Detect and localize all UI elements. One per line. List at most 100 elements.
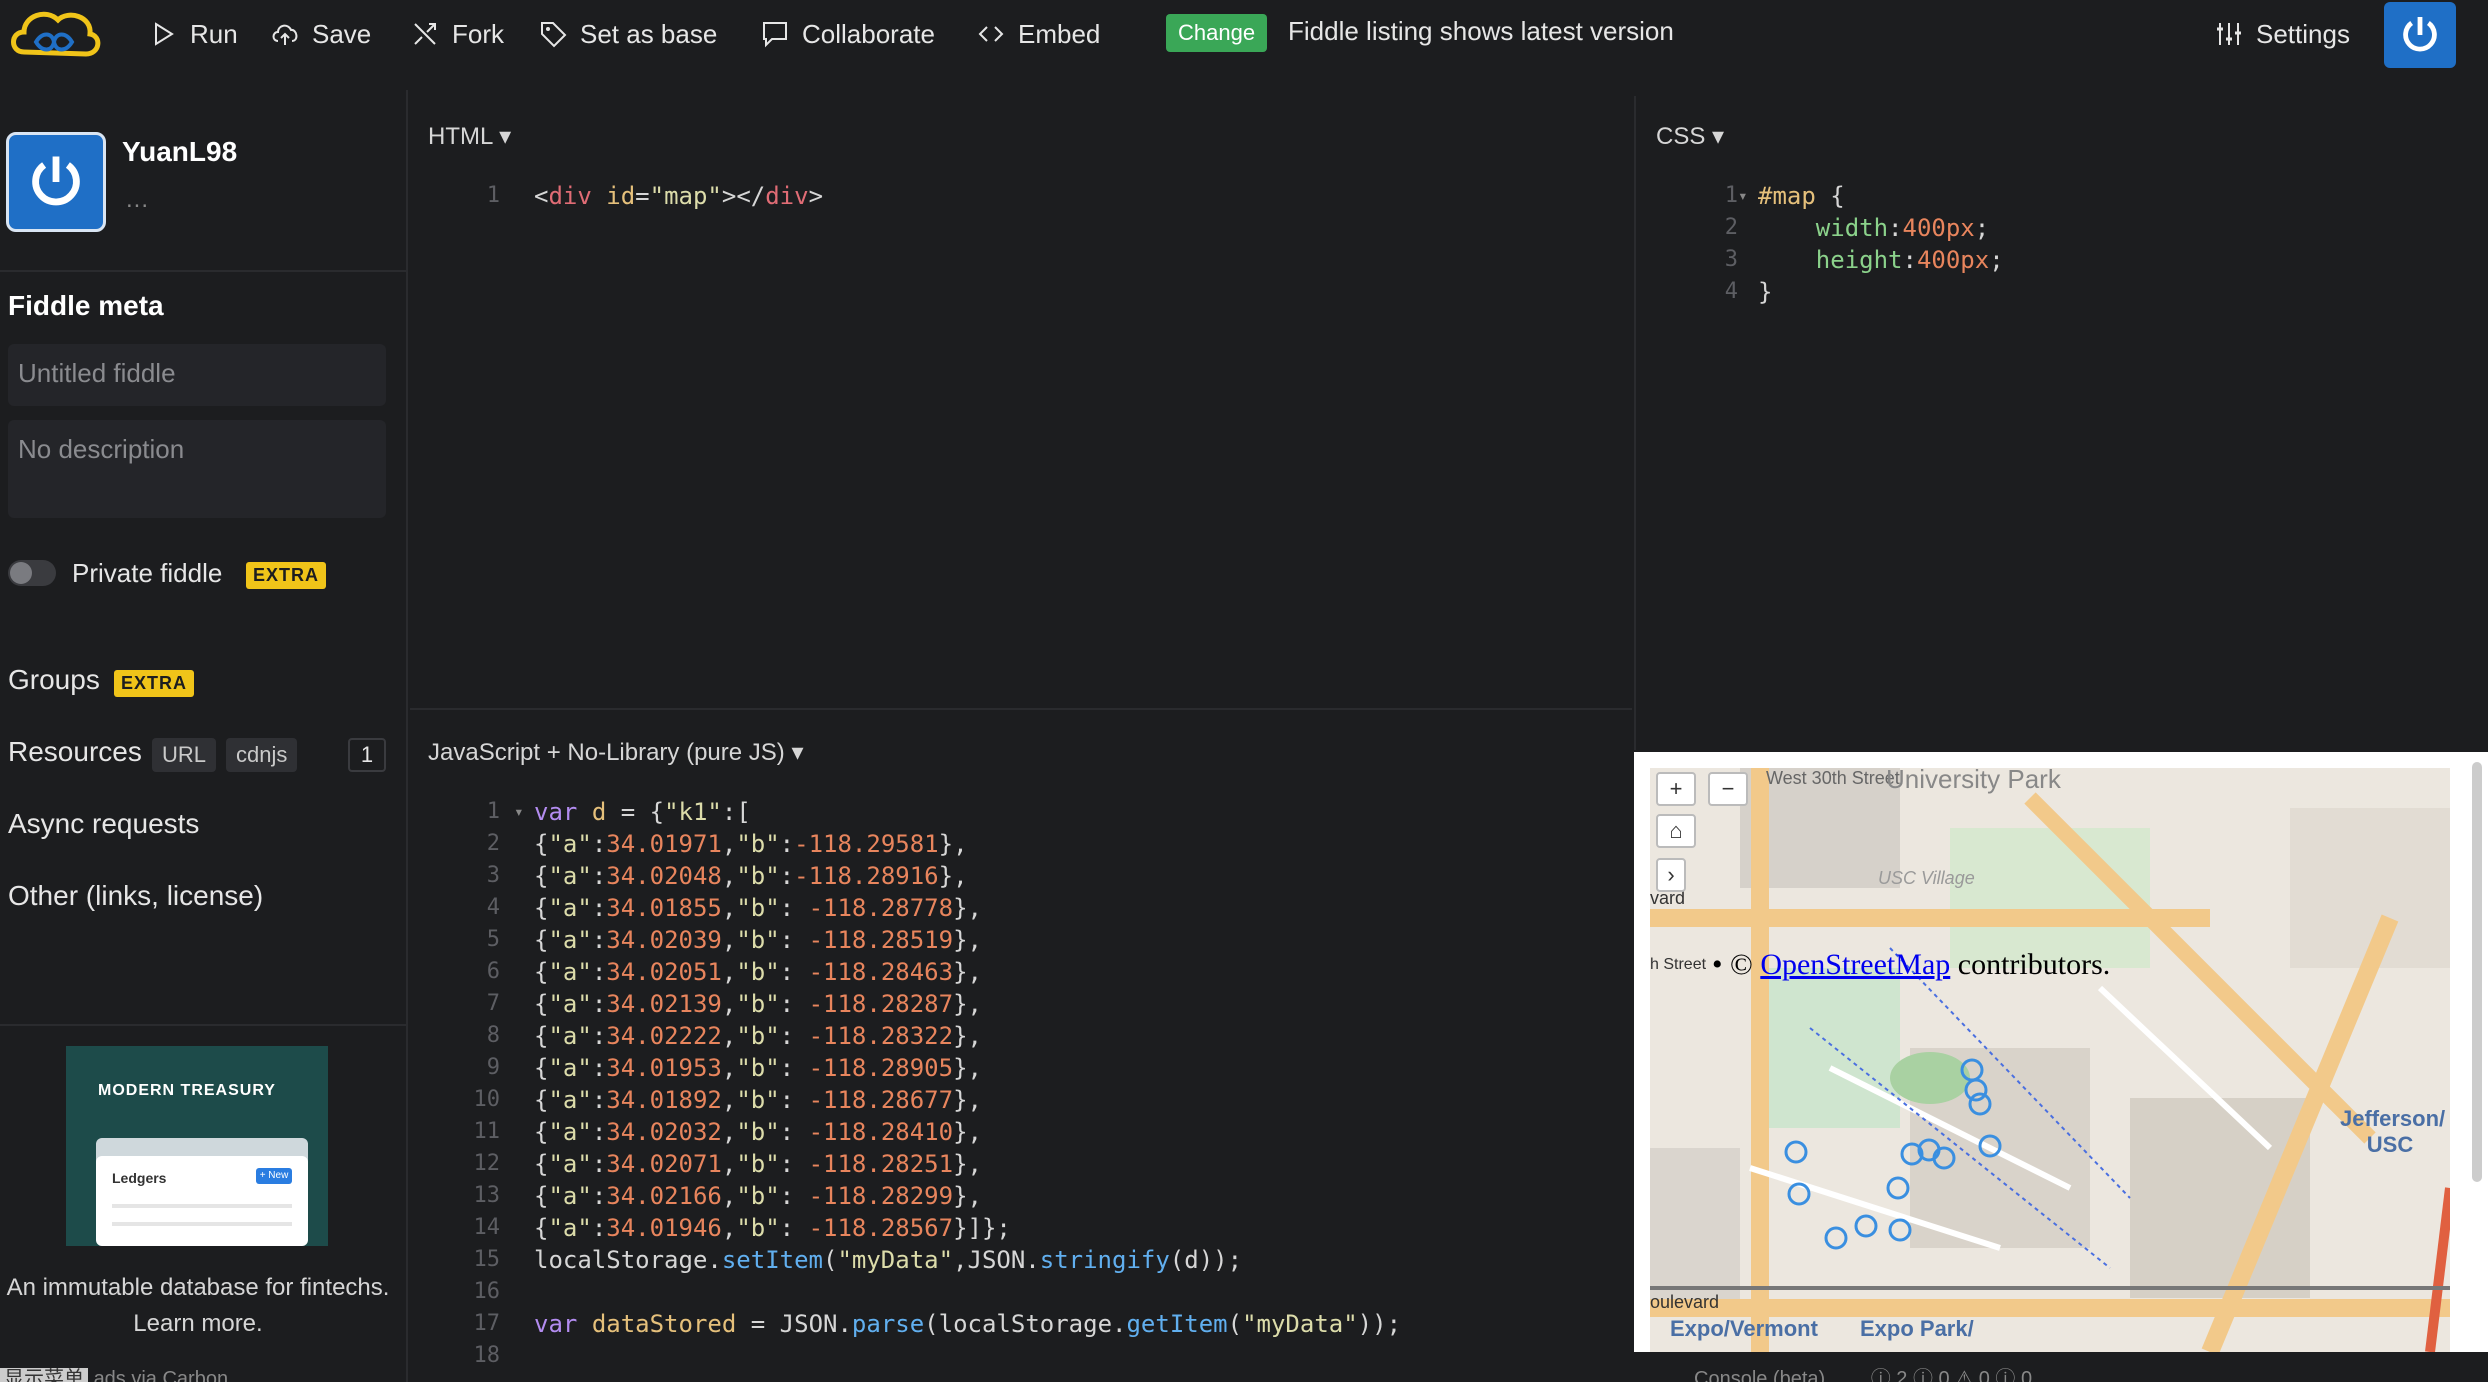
- fork-label: Fork: [452, 18, 504, 49]
- leaflet-map[interactable]: West 30th Street University Park USC Vil…: [1650, 768, 2450, 1352]
- js-data-row: {"a":34.02048,"b":-118.28916},: [534, 862, 968, 890]
- run-button[interactable]: Run: [148, 12, 238, 56]
- set-as-base-button[interactable]: Set as base: [538, 12, 717, 56]
- map-label: University Park: [1886, 768, 2061, 794]
- ad-brand: MODERN TREASURY: [98, 1082, 276, 1099]
- embed-label: Embed: [1018, 18, 1101, 49]
- async-requests-section[interactable]: Async requests: [8, 808, 199, 840]
- js-data-row: {"a":34.01953,"b": -118.28905},: [534, 1054, 982, 1082]
- line-number: 13: [473, 1183, 501, 1208]
- sliders-icon: [2217, 23, 2241, 45]
- ad-menu-tag[interactable]: 显示菜单: [0, 1368, 88, 1382]
- collaborate-button[interactable]: Collaborate: [760, 12, 935, 56]
- map-label: USC Village: [1878, 868, 1975, 888]
- fold-arrow-icon[interactable]: ▾: [514, 796, 524, 828]
- line-number: 16: [473, 1279, 501, 1304]
- user-more-menu[interactable]: ...: [126, 186, 149, 214]
- url-chip[interactable]: URL: [152, 738, 217, 772]
- play-icon: [155, 22, 174, 46]
- ad-image[interactable]: MODERN TREASURY Ledgers + New: [66, 1046, 328, 1246]
- line-number: 2: [486, 831, 500, 856]
- ad-card: Ledgers + New: [96, 1156, 308, 1246]
- js-data-row: {"a":34.01946,"b": -118.28567}]};: [534, 1214, 1011, 1242]
- line-number: 5: [486, 927, 500, 952]
- map-label: oulevard: [1650, 1292, 1720, 1312]
- tag-icon: [541, 22, 567, 48]
- line-number: 14: [473, 1215, 501, 1240]
- zoom-in-button[interactable]: +: [1656, 772, 1696, 806]
- listing-status-text: Fiddle listing shows latest version: [1288, 16, 1674, 46]
- line-number: 12: [473, 1151, 501, 1176]
- fiddle-title-input[interactable]: Untitled fiddle: [8, 344, 386, 406]
- fork-icon: [414, 23, 436, 45]
- code-icon: [978, 26, 1004, 42]
- css-editor-panel[interactable]: CSS ▾ 1 2 3 4 ▾ #map { width:400px; heig…: [1634, 96, 2488, 750]
- other-links-section[interactable]: Other (links, license): [8, 880, 263, 912]
- html-editor-panel[interactable]: HTML ▾ 1 <div id="map"></div>: [410, 96, 1632, 710]
- line-number: 10: [473, 1087, 501, 1112]
- js-data-row: {"a":34.02139,"b": -118.28287},: [534, 990, 982, 1018]
- js-editor-panel[interactable]: JavaScript + No-Library (pure JS) ▾ 1234…: [410, 712, 1632, 1382]
- ad-card-title: Ledgers: [112, 1170, 167, 1186]
- console-counts: ⓘ 2 ⓘ 0 ⚠ 0 ⓘ 0: [1870, 1368, 2033, 1382]
- user-avatar-button[interactable]: [2384, 2, 2456, 68]
- line-number: 9: [486, 1055, 500, 1080]
- line-number: 2: [1724, 215, 1738, 240]
- js-data-row: {"a":34.02039,"b": -118.28519},: [534, 926, 982, 954]
- extra-badge: EXTRA: [246, 562, 327, 589]
- line-number: 17: [473, 1311, 501, 1336]
- line-number: 7: [486, 991, 500, 1016]
- js-data-row: {"a":34.02166,"b": -118.28299},: [534, 1182, 982, 1210]
- private-fiddle-label: Private fiddle: [72, 558, 223, 588]
- settings-button[interactable]: Settings: [2214, 12, 2350, 56]
- home-button[interactable]: ⌂: [1656, 814, 1696, 848]
- ad-card-button: + New: [256, 1168, 292, 1184]
- ad-footer-text[interactable]: ads via Carbon: [94, 1368, 229, 1382]
- username[interactable]: YuanL98: [122, 136, 237, 168]
- embed-button[interactable]: Embed: [976, 12, 1100, 56]
- js-data-row: {"a":34.01971,"b":-118.29581},: [534, 830, 968, 858]
- html-panel-label[interactable]: HTML ▾: [428, 122, 511, 151]
- private-fiddle-toggle[interactable]: [8, 560, 56, 586]
- map-label: Jefferson/ USC: [2340, 1106, 2446, 1157]
- css-code[interactable]: #map { width:400px; height:400px; }: [1758, 180, 2004, 308]
- resources-section[interactable]: Resources: [8, 736, 142, 768]
- jsfiddle-logo-icon[interactable]: [6, 2, 102, 66]
- line-number: 8: [486, 1023, 500, 1048]
- profile-avatar[interactable]: [6, 132, 106, 232]
- cdnjs-chip[interactable]: cdnjs: [226, 738, 298, 772]
- js-code[interactable]: var d = {"k1":[ {"a":34.01971,"b":-118.2…: [534, 796, 1401, 1340]
- expand-toggle-button[interactable]: ›: [1656, 858, 1686, 892]
- result-scrollbar[interactable]: [2472, 762, 2482, 1182]
- js-panel-label[interactable]: JavaScript + No-Library (pure JS) ▾: [428, 738, 804, 767]
- openstreetmap-link[interactable]: OpenStreetMap: [1760, 948, 1950, 981]
- console-label[interactable]: Console (beta): [1694, 1368, 1825, 1382]
- save-label: Save: [312, 18, 372, 49]
- zoom-out-button[interactable]: −: [1708, 772, 1748, 806]
- map-label: West 30th Street: [1766, 768, 1900, 788]
- ad-text[interactable]: An immutable database for fintechs. Lear…: [0, 1270, 396, 1342]
- groups-section[interactable]: Groups: [8, 664, 100, 696]
- settings-label: Settings: [2256, 18, 2350, 49]
- power-icon: [2403, 17, 2437, 52]
- fiddle-meta-heading: Fiddle meta: [8, 290, 164, 321]
- js-data-row: {"a":34.02222,"b": -118.28322},: [534, 1022, 982, 1050]
- ad-card-line: [112, 1222, 292, 1226]
- change-badge[interactable]: Change: [1166, 14, 1268, 52]
- fork-button[interactable]: Fork: [410, 12, 504, 56]
- map-tiles[interactable]: [1650, 768, 2450, 1352]
- ad-footer: 显示菜单 ads via Carbon: [0, 1362, 228, 1382]
- chat-icon: [763, 22, 787, 48]
- css-panel-label[interactable]: CSS ▾: [1656, 122, 1724, 151]
- attribution-suffix: contributors.: [1957, 948, 2111, 981]
- console-bar[interactable]: Console (beta) ⓘ 2 ⓘ 0 ⚠ 0 ⓘ 0: [1634, 1352, 2488, 1382]
- ad-card-line: [112, 1204, 292, 1208]
- collaborate-label: Collaborate: [802, 18, 935, 49]
- html-code[interactable]: <div id="map"></div>: [534, 180, 823, 212]
- fold-arrow-icon[interactable]: ▾: [1738, 180, 1748, 212]
- save-button[interactable]: Save: [270, 12, 371, 56]
- line-number: 4: [486, 895, 500, 920]
- fiddle-description-input[interactable]: No description: [8, 420, 386, 518]
- js-data-row: {"a":34.01855,"b": -118.28778},: [534, 894, 982, 922]
- result-panel[interactable]: West 30th Street University Park USC Vil…: [1634, 752, 2488, 1352]
